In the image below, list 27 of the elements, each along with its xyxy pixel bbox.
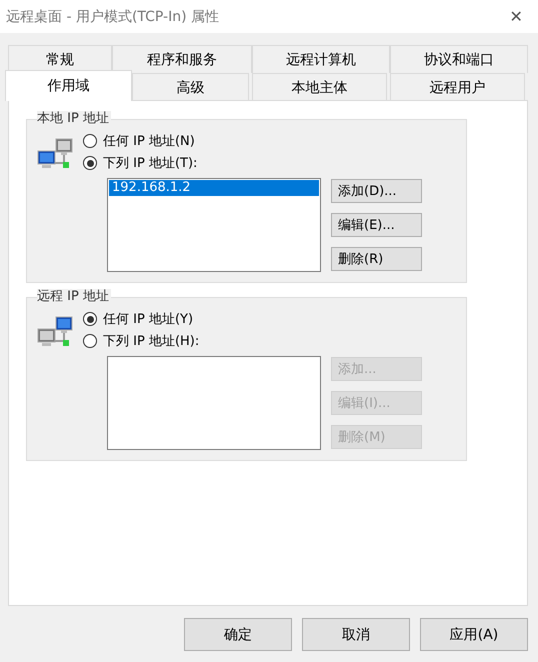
radio-option[interactable]: 任何 IP 地址(N) [83, 130, 458, 152]
tab[interactable]: 远程计算机 [252, 45, 390, 73]
radio-button[interactable] [83, 334, 97, 348]
radio-button[interactable] [83, 156, 97, 170]
tab[interactable]: 远程用户 [390, 73, 525, 101]
tab[interactable]: 高级 [132, 73, 249, 101]
window-title: 远程桌面 - 用户模式(TCP-In) 属性 [6, 8, 220, 26]
group-title: 本地 IP 地址 [37, 111, 111, 127]
radio-option[interactable]: 任何 IP 地址(Y) [83, 308, 458, 330]
tab[interactable]: 本地主体 [252, 73, 387, 101]
radio-button[interactable] [83, 312, 97, 326]
radio-option[interactable]: 下列 IP 地址(T): [83, 152, 458, 174]
list-action-button[interactable]: 删除(R) [331, 247, 422, 271]
ip-list[interactable] [107, 356, 321, 450]
close-button[interactable]: ✕ [494, 0, 538, 33]
tab[interactable]: 作用域 [5, 70, 132, 101]
dialog-button[interactable]: 取消 [302, 618, 410, 651]
list-action-button[interactable]: 编辑(E)... [331, 213, 422, 237]
ip-list-item[interactable]: 192.168.1.2 [109, 180, 319, 196]
radio-button[interactable] [83, 134, 97, 148]
tab[interactable]: 程序和服务 [112, 45, 252, 73]
ip-list[interactable]: 192.168.1.2 [107, 178, 321, 272]
radio-option[interactable]: 下列 IP 地址(H): [83, 330, 458, 352]
dialog-button[interactable]: 应用(A) [420, 618, 528, 651]
dialog-button[interactable]: 确定 [184, 618, 292, 651]
list-action-button[interactable]: 添加(D)... [331, 179, 422, 203]
tab[interactable]: 协议和端口 [390, 45, 528, 73]
